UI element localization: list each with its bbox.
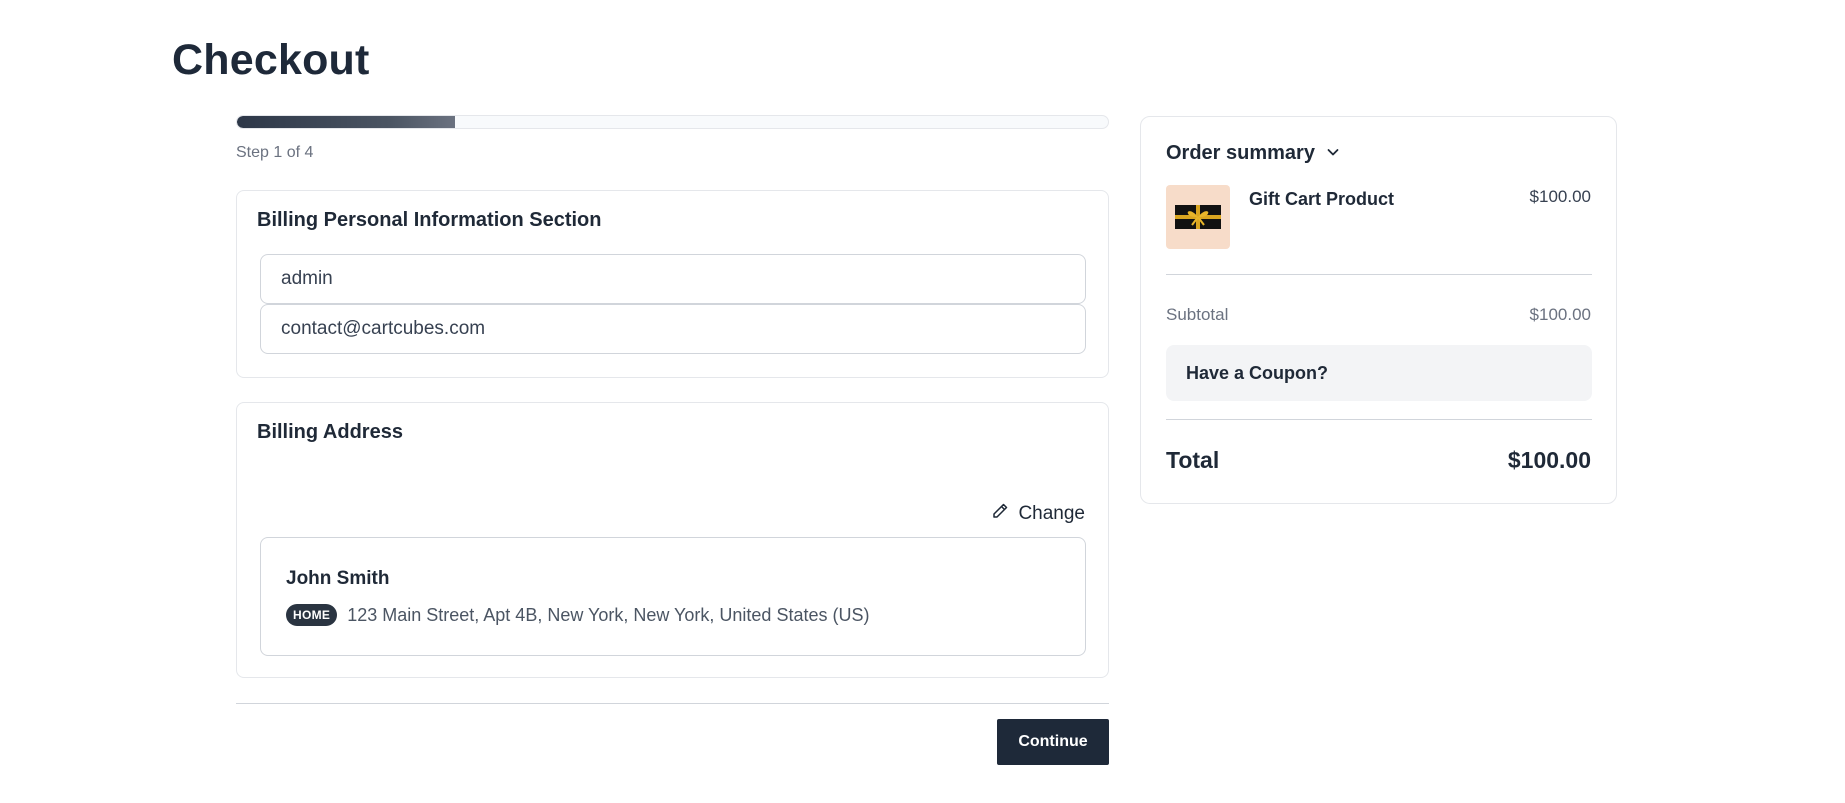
order-summary-title: Order summary [1166, 142, 1315, 164]
gift-card-icon [1166, 185, 1230, 249]
summary-divider [1166, 419, 1592, 420]
continue-button[interactable]: Continue [997, 719, 1109, 765]
chevron-down-icon [1325, 141, 1341, 166]
billing-address-card: Billing Address Change John Smith HOME 1… [236, 402, 1109, 678]
progress-fill [237, 116, 455, 128]
address-name: John Smith [286, 568, 390, 589]
name-input[interactable] [260, 254, 1086, 304]
product-name: Gift Cart Product [1249, 189, 1395, 209]
address-entry[interactable]: John Smith HOME 123 Main Street, Apt 4B,… [260, 537, 1086, 656]
change-address-button[interactable]: Change [990, 501, 1085, 527]
personal-info-title: Billing Personal Information Section [257, 209, 602, 231]
subtotal-value: $100.00 [1529, 305, 1591, 324]
total-label: Total [1166, 447, 1220, 473]
product-price: $100.00 [1529, 187, 1591, 206]
address-text: 123 Main Street, Apt 4B, New York, New Y… [347, 604, 870, 625]
subtotal-label: Subtotal [1166, 305, 1229, 324]
pencil-icon [990, 501, 1010, 527]
step-indicator: Step 1 of 4 [236, 144, 314, 161]
address-line-row: HOME 123 Main Street, Apt 4B, New York, … [286, 604, 869, 626]
total-value: $100.00 [1507, 447, 1591, 473]
coupon-toggle[interactable]: Have a Coupon? [1166, 345, 1592, 401]
progress-bar [236, 115, 1109, 129]
billing-address-title: Billing Address [257, 421, 403, 443]
page-title: Checkout [172, 36, 370, 84]
address-type-badge: HOME [286, 604, 338, 626]
order-summary-toggle[interactable]: Order summary [1166, 141, 1341, 166]
billing-personal-info-card: Billing Personal Information Section [236, 190, 1109, 378]
order-summary-card: Order summary Gift Cart Product $100.00 … [1140, 116, 1617, 504]
change-label: Change [1018, 503, 1085, 524]
summary-divider [1166, 274, 1592, 275]
email-input[interactable] [260, 304, 1086, 354]
divider [236, 703, 1109, 704]
